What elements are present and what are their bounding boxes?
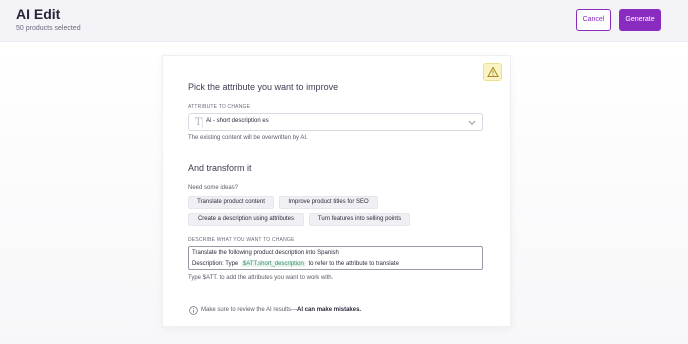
prompt-prefix: Description: Type — [192, 261, 239, 267]
page-title: AI Edit — [16, 6, 61, 22]
attribute-caption: ATTRIBUTE TO CHANGE — [188, 104, 251, 110]
text-type-icon: T — [195, 117, 202, 128]
attribute-helper: The existing content will be overwritten… — [188, 135, 308, 141]
disclaimer-text: Make sure to review the AI results— — [201, 307, 298, 313]
selection-count: 50 products selected — [16, 25, 81, 32]
prompt-caption: DESCRIBE WHAT YOU WANT TO CHANGE — [188, 237, 295, 243]
suggestion-chip[interactable]: Translate product content — [188, 196, 274, 209]
attribute-select-value: Ai - short description es — [206, 118, 269, 124]
attribute-heading: Pick the attribute you want to improve — [188, 82, 339, 92]
prompt-suffix: to refer to the attribute to translate — [308, 261, 399, 267]
warning-icon — [487, 66, 499, 77]
suggestion-chip[interactable]: Turn features into selling points — [309, 213, 410, 226]
warning-button[interactable] — [483, 63, 502, 81]
ideas-label: Need some ideas? — [188, 185, 239, 191]
generate-button[interactable]: Generate — [619, 9, 661, 31]
top-header: AI Edit 50 products selected Cancel Gene… — [0, 0, 688, 42]
divider — [202, 117, 203, 128]
cancel-button[interactable]: Cancel — [576, 9, 611, 31]
prompt-line-1: Translate the following product descript… — [192, 250, 339, 256]
disclaimer-emphasis: AI can make mistakes. — [297, 307, 362, 313]
prompt-line-2: Description: Type $ATT.short_description… — [192, 261, 399, 267]
prompt-textarea[interactable]: Translate the following product descript… — [188, 246, 483, 270]
ai-edit-card — [162, 55, 511, 327]
chevron-down-icon[interactable] — [468, 120, 476, 126]
attribute-tag[interactable]: $ATT.short_description — [240, 261, 306, 267]
ai-disclaimer: Make sure to review the AI results—AI ca… — [201, 307, 361, 313]
prompt-helper: Type $ATT. to add the attributes you wan… — [188, 275, 334, 281]
suggestion-chip[interactable]: Create a description using attributes — [188, 213, 304, 226]
suggestion-chip[interactable]: Improve product titles for SEO — [279, 196, 378, 209]
info-icon — [189, 306, 198, 315]
attribute-select[interactable]: T Ai - short description es — [188, 113, 483, 131]
transform-heading: And transform it — [188, 163, 252, 173]
